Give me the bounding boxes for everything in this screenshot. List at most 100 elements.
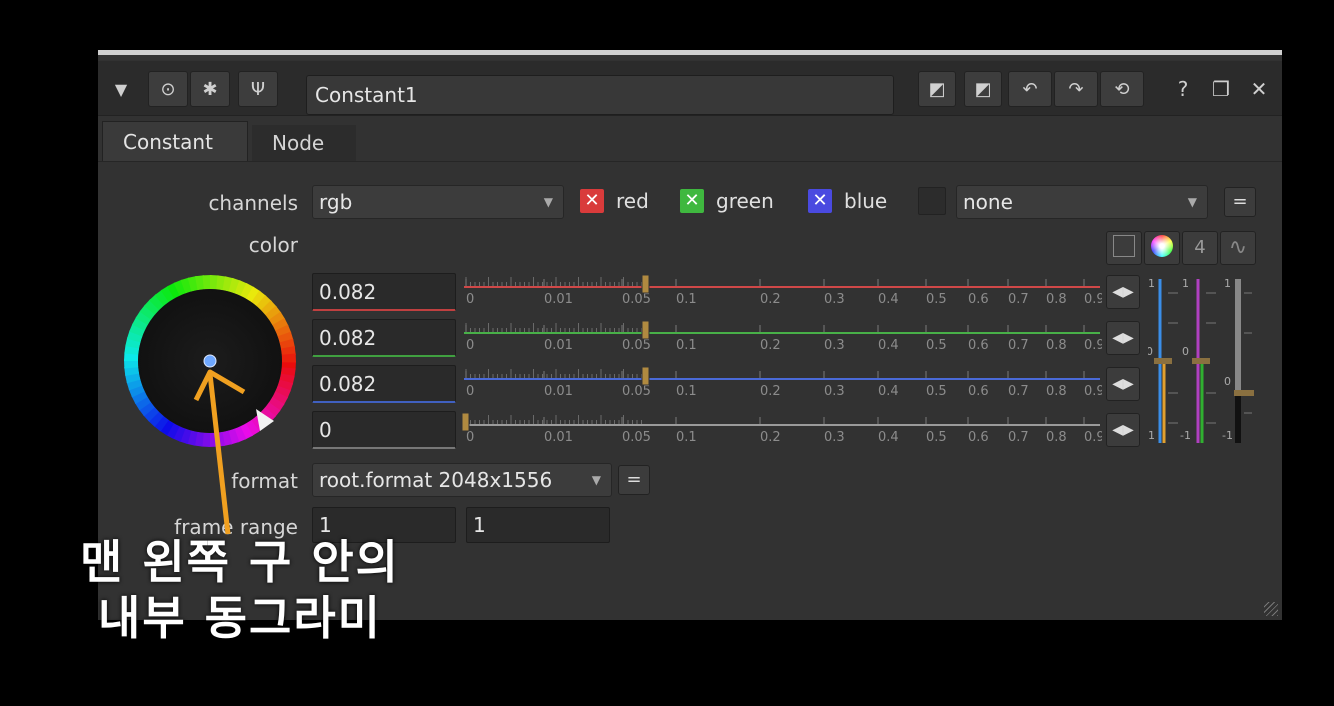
green-checkbox[interactable]: ✕ <box>680 189 704 213</box>
side-scale-bot-2: -1 <box>1180 429 1191 442</box>
slider-tick-label: 0.2 <box>760 384 781 399</box>
curve-icon[interactable]: ∿ <box>1220 231 1256 265</box>
format-link-button[interactable]: = <box>618 465 650 495</box>
color-slider-3[interactable]: 0 0.01 0.05 0.1 0.2 0.3 0.4 0.5 0.6 0.7 0.8 0.91 <box>462 409 1102 449</box>
slider-tick-label: 0.8 <box>1046 338 1067 353</box>
slider-tick-label: 0.01 <box>544 338 573 353</box>
chevron-down-icon: ▼ <box>1187 195 1197 209</box>
color-label: color <box>248 233 298 257</box>
channels-link-button[interactable]: = <box>1224 187 1256 217</box>
slider-handle <box>641 274 650 294</box>
green-label: green <box>716 189 774 213</box>
blue-checkbox[interactable]: ✕ <box>808 189 832 213</box>
channels-value: rgb <box>319 190 353 214</box>
slider-tick-label: 0.2 <box>760 338 781 353</box>
slider-tick-label: 0.7 <box>1008 384 1029 399</box>
revert-icon[interactable]: ⟲ <box>1100 71 1144 107</box>
slider-tick-label: 0.1 <box>676 338 697 353</box>
annotation-caption: 맨 왼쪽 구 안의 내부 동그라미 <box>40 534 440 646</box>
slider-tick-label: 0.1 <box>676 430 697 445</box>
tab-constant[interactable]: Constant <box>102 121 248 161</box>
slider-tick-label: 0.05 <box>622 338 651 353</box>
color-swatch-2-icon[interactable]: ◩ <box>964 71 1002 107</box>
slider-tick-label: 0.6 <box>968 292 989 307</box>
slider-tick-label: 0.05 <box>622 430 651 445</box>
slider-tick-label: 0.7 <box>1008 338 1029 353</box>
undo-icon[interactable]: ↶ <box>1008 71 1052 107</box>
color-value-field-1[interactable]: 0.082 <box>312 319 456 357</box>
slider-tick-label: 0 <box>466 384 474 399</box>
view-node-icon[interactable]: ⊙ <box>148 71 188 107</box>
slider-tick-label: 0.05 <box>622 384 651 399</box>
slider-tick-label: 0.91 <box>1084 292 1102 307</box>
red-label: red <box>616 189 649 213</box>
help-icon[interactable]: ? <box>1168 73 1198 105</box>
color-picker-wheel-icon[interactable] <box>1144 231 1180 265</box>
side-scale-top-3: 1 <box>1224 277 1231 290</box>
slider-tick-label: 0.6 <box>968 338 989 353</box>
slider-tick-label: 0.4 <box>878 430 899 445</box>
side-scale-top-1: 1 <box>1148 277 1155 290</box>
extra-channel-dropdown[interactable]: none ▼ <box>956 185 1208 219</box>
wrench-icon[interactable]: Ψ <box>238 71 278 107</box>
side-scale-bot-1: -1 <box>1148 429 1155 442</box>
slider-tick-label: 0 <box>466 338 474 353</box>
color-swatch-1-icon[interactable]: ◩ <box>918 71 956 107</box>
slider-tick-label: 0.91 <box>1084 430 1102 445</box>
color-wheel[interactable] <box>122 273 302 453</box>
slider-tick-label: 0.5 <box>926 338 947 353</box>
close-icon[interactable]: ✕ <box>1244 73 1274 105</box>
annotation-line-1: 맨 왼쪽 구 안의 <box>80 535 400 589</box>
redo-icon[interactable]: ↷ <box>1054 71 1098 107</box>
slider-tick-label: 0.5 <box>926 430 947 445</box>
format-label: format <box>231 469 298 493</box>
slider-range-arrows-icon[interactable]: ◀▶ <box>1106 275 1140 309</box>
slider-tick-label: 0.1 <box>676 292 697 307</box>
slider-tick-label: 0.8 <box>1046 384 1067 399</box>
color-value-field-2[interactable]: 0.082 <box>312 365 456 403</box>
annotation-line-2: 내부 동그라미 <box>98 591 382 645</box>
slider-tick-label: 0.01 <box>544 430 573 445</box>
channels-dropdown[interactable]: rgb ▼ <box>312 185 564 219</box>
slider-tick-label: 0.05 <box>622 292 651 307</box>
float-icon[interactable]: ❐ <box>1206 73 1236 105</box>
color-slider-2[interactable]: 0 0.01 0.05 0.1 0.2 0.3 0.4 0.5 0.6 0.7 0.8 0.91 <box>462 363 1102 403</box>
chevron-down-icon: ▼ <box>543 195 553 209</box>
extra-channel-checkbox[interactable] <box>918 187 946 215</box>
slider-tick-label: 0.6 <box>968 384 989 399</box>
slider-tick-label: 0.1 <box>676 384 697 399</box>
channels-label: channels <box>208 191 298 215</box>
slider-range-arrows-icon[interactable]: ◀▶ <box>1106 367 1140 401</box>
extra-channel-value: none <box>963 190 1013 214</box>
collapse-icon[interactable]: ▼ <box>104 73 138 105</box>
color-swatch-button[interactable] <box>1106 231 1142 265</box>
node-name-field[interactable]: Constant1 <box>306 75 894 115</box>
blue-label: blue <box>844 189 888 213</box>
channel-count-button[interactable]: 4 <box>1182 231 1218 265</box>
slider-handle <box>641 320 650 340</box>
slider-range-arrows-icon[interactable]: ◀▶ <box>1106 321 1140 355</box>
slider-tick-label: 0.4 <box>878 384 899 399</box>
resize-grip-icon[interactable] <box>1264 602 1278 616</box>
slider-range-arrows-icon[interactable]: ◀▶ <box>1106 413 1140 447</box>
side-sliders[interactable]: 1 0 -1 1 0 -1 1 0 -1 <box>1148 273 1258 453</box>
slider-tick-label: 0 <box>466 292 474 307</box>
format-dropdown[interactable]: root.format 2048x1556 ▼ <box>312 463 612 497</box>
color-value-field-0[interactable]: 0.082 <box>312 273 456 311</box>
tab-node[interactable]: Node <box>252 125 356 161</box>
slider-tick-label: 0.5 <box>926 384 947 399</box>
side-scale-bot-3: -1 <box>1222 429 1233 442</box>
slider-handle <box>641 366 650 386</box>
color-slider-1[interactable]: 0 0.01 0.05 0.1 0.2 0.3 0.4 0.5 0.6 0.7 0.8 0.91 <box>462 317 1102 357</box>
color-value-field-3[interactable]: 0 <box>312 411 456 449</box>
slider-tick-label: 0.01 <box>544 384 573 399</box>
color-slider-0[interactable]: 0 0.01 0.05 0.1 0.2 0.3 0.4 0.5 0.6 0.7 0.8 0.91 <box>462 271 1102 311</box>
tab-bar: Constant Node <box>98 121 1282 162</box>
slider-tick-label: 0.3 <box>824 384 845 399</box>
slider-tick-label: 0.2 <box>760 292 781 307</box>
red-checkbox[interactable]: ✕ <box>580 189 604 213</box>
frame-range-end[interactable]: 1 <box>466 507 610 543</box>
side-scale-mid-3: 0 <box>1224 375 1231 388</box>
bug-icon[interactable]: ✱ <box>190 71 230 107</box>
color-wheel-cursor[interactable] <box>203 354 217 368</box>
